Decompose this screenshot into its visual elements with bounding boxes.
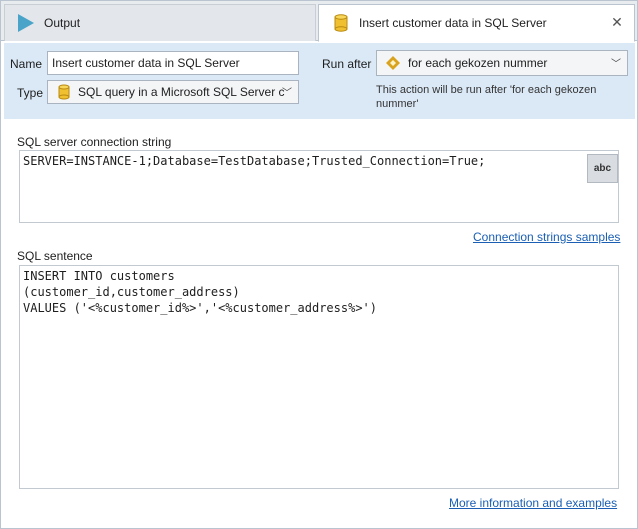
sql-line: (customer_id,customer_address) xyxy=(23,285,240,299)
sql-line: INSERT INTO customers xyxy=(23,269,175,283)
database-icon xyxy=(334,14,348,32)
sql-line: VALUES ('<%customer_id%>','<%customer_ad… xyxy=(23,301,378,315)
connection-string-input[interactable]: SERVER=INSTANCE-1;Database=TestDatabase;… xyxy=(19,150,619,223)
sql-sentence-label: SQL sentence xyxy=(17,249,93,263)
run-after-label: Run after xyxy=(322,57,372,71)
run-after-select[interactable]: for each gekozen nummer ﹀ xyxy=(376,50,628,76)
tab-strip: Output Insert customer data in SQL Serve… xyxy=(1,1,637,42)
chevron-down-icon: ﹀ xyxy=(611,58,621,70)
type-label: Type xyxy=(17,86,44,100)
tab-insert-customer-data[interactable]: Insert customer data in SQL Server ✕ xyxy=(318,4,635,42)
action-editor-window: Output Insert customer data in SQL Serve… xyxy=(0,0,638,529)
loop-icon xyxy=(386,56,400,70)
chevron-down-icon: ﹀ xyxy=(282,87,292,99)
spellcheck-button[interactable]: abc xyxy=(587,154,618,183)
database-icon xyxy=(58,84,70,100)
name-input[interactable]: Insert customer data in SQL Server xyxy=(47,51,299,75)
type-select[interactable]: SQL query in a Microsoft SQL Server c ﹀ xyxy=(47,80,299,104)
tab-insert-customer-data-label: Insert customer data in SQL Server xyxy=(359,16,547,30)
run-after-select-value: for each gekozen nummer xyxy=(408,56,548,70)
close-icon[interactable]: ✕ xyxy=(610,15,624,29)
connection-strings-samples-link[interactable]: Connection strings samples xyxy=(473,230,620,244)
run-after-hint: This action will be run after 'for each … xyxy=(376,84,597,110)
more-information-link[interactable]: More information and examples xyxy=(449,496,617,510)
sql-sentence-input[interactable]: INSERT INTO customers (customer_id,custom… xyxy=(19,265,619,489)
type-select-value: SQL query in a Microsoft SQL Server c xyxy=(78,85,285,99)
play-icon xyxy=(18,14,34,32)
name-label: Name xyxy=(10,57,43,71)
connection-string-label: SQL server connection string xyxy=(17,135,172,149)
action-header-panel: Name Insert customer data in SQL Server … xyxy=(4,43,635,119)
tab-output[interactable]: Output xyxy=(4,4,316,41)
tab-output-label: Output xyxy=(44,16,81,30)
